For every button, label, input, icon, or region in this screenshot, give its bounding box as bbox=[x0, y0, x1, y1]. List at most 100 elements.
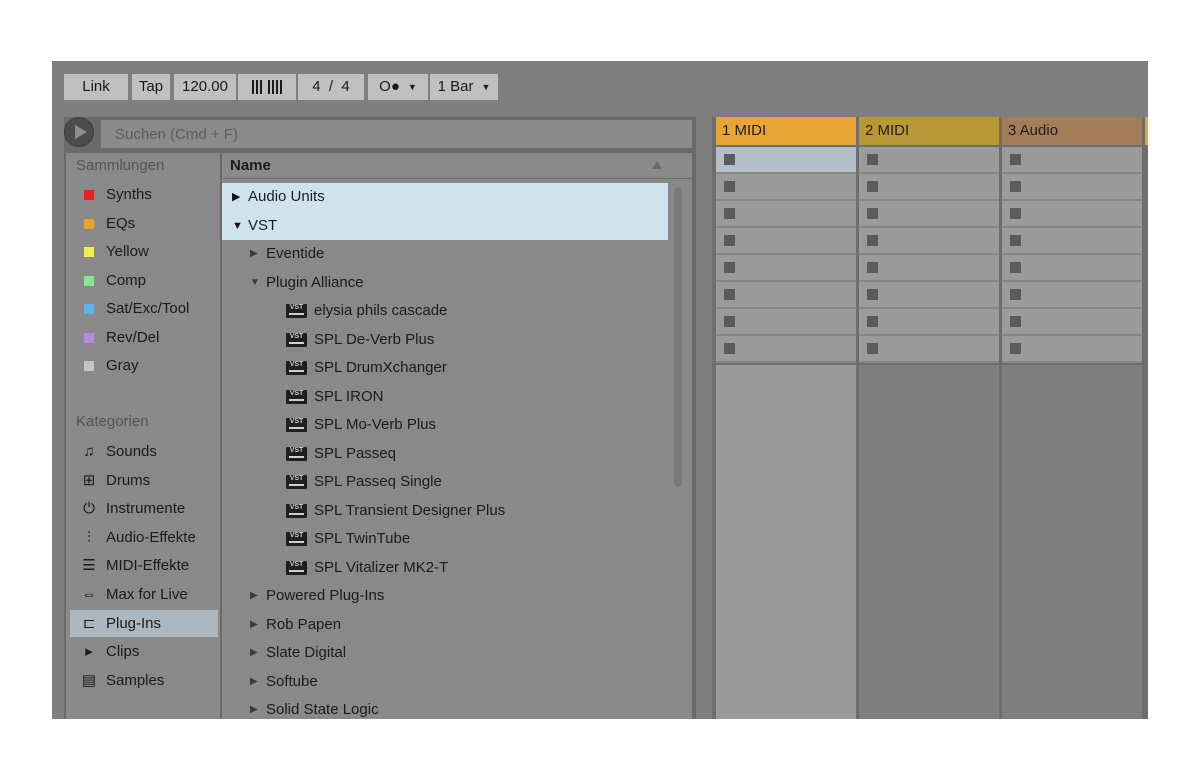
clip-slot[interactable] bbox=[1002, 282, 1142, 309]
clip-slot[interactable] bbox=[1002, 174, 1142, 201]
folder-row[interactable]: ▶ Slate Digital bbox=[222, 639, 692, 668]
stop-button-icon[interactable] bbox=[724, 235, 735, 246]
stop-button-icon[interactable] bbox=[1010, 208, 1021, 219]
stop-button-icon[interactable] bbox=[867, 262, 878, 273]
collection-item[interactable]: Rev/Del bbox=[70, 324, 218, 351]
stop-button-icon[interactable] bbox=[1010, 154, 1021, 165]
collection-item[interactable]: Sat/Exc/Tool bbox=[70, 295, 218, 322]
folder-row[interactable]: ▶ Rob Papen bbox=[222, 611, 692, 640]
stop-button-icon[interactable] bbox=[1010, 181, 1021, 192]
chevron-down-icon[interactable]: ▼ bbox=[408, 82, 417, 92]
clip-slot[interactable] bbox=[716, 255, 856, 282]
collapsed-arrow-icon[interactable]: ▶ bbox=[250, 582, 258, 610]
tempo-field[interactable]: 120.00 bbox=[174, 74, 236, 100]
search-input[interactable]: Suchen (Cmd + F) bbox=[100, 119, 693, 149]
clip-slot[interactable] bbox=[859, 147, 999, 174]
collapsed-arrow-icon[interactable]: ▶ bbox=[250, 696, 258, 719]
plugin-row[interactable]: VST SPL TwinTube bbox=[222, 525, 692, 554]
stop-button-icon[interactable] bbox=[1010, 343, 1021, 354]
category-item[interactable]: ▸ Clips bbox=[70, 638, 218, 665]
collection-item[interactable]: Yellow bbox=[70, 238, 218, 265]
folder-row[interactable]: ▼ Plugin Alliance bbox=[222, 269, 692, 298]
track-title[interactable]: 3 Audio bbox=[1002, 117, 1142, 145]
clip-slot[interactable] bbox=[716, 336, 856, 363]
clip-slot[interactable] bbox=[1002, 309, 1142, 336]
collapsed-arrow-icon[interactable]: ▶ bbox=[250, 240, 258, 268]
preview-play-icon[interactable] bbox=[64, 117, 94, 147]
stop-button-icon[interactable] bbox=[867, 343, 878, 354]
stop-button-icon[interactable] bbox=[867, 316, 878, 327]
folder-row[interactable]: ▼ VST bbox=[222, 211, 668, 240]
collection-item[interactable]: Gray bbox=[70, 352, 218, 379]
category-item[interactable]: ▤ Samples bbox=[70, 667, 218, 694]
clip-slot[interactable] bbox=[859, 201, 999, 228]
time-signature-numerator[interactable]: 4 bbox=[312, 78, 320, 95]
stop-button-icon[interactable] bbox=[867, 235, 878, 246]
stop-button-icon[interactable] bbox=[867, 208, 878, 219]
clip-slot[interactable] bbox=[859, 309, 999, 336]
clip-slot[interactable] bbox=[716, 201, 856, 228]
stop-button-icon[interactable] bbox=[1010, 235, 1021, 246]
plugin-row[interactable]: VST SPL Transient Designer Plus bbox=[222, 497, 692, 526]
tap-tempo-button[interactable]: Tap bbox=[132, 74, 170, 100]
stop-button-icon[interactable] bbox=[724, 289, 735, 300]
stop-button-icon[interactable] bbox=[724, 181, 735, 192]
category-item[interactable]: ⏻ Instrumente bbox=[70, 495, 218, 522]
clip-slot[interactable] bbox=[1002, 255, 1142, 282]
clip-slot[interactable] bbox=[859, 228, 999, 255]
plugin-row[interactable]: VST SPL Vitalizer MK2-T bbox=[222, 554, 692, 583]
clip-slot[interactable] bbox=[1002, 228, 1142, 255]
category-item[interactable]: ☰ MIDI-Effekte bbox=[70, 552, 218, 579]
nudge-down-icon[interactable] bbox=[252, 80, 262, 94]
plugin-row[interactable]: VST SPL De-Verb Plus bbox=[222, 326, 692, 355]
chevron-down-icon[interactable]: ▼ bbox=[481, 82, 490, 92]
stop-button-icon[interactable] bbox=[724, 208, 735, 219]
folder-row[interactable]: ▶ Softube bbox=[222, 668, 692, 697]
time-signature[interactable]: 4 / 4 bbox=[298, 74, 364, 100]
category-item[interactable]: ⊞ Drums bbox=[70, 467, 218, 494]
plugin-row[interactable]: VST elysia phils cascade bbox=[222, 297, 692, 326]
category-item[interactable]: ⫶ Audio-Effekte bbox=[70, 524, 218, 551]
clip-slot[interactable] bbox=[859, 255, 999, 282]
stop-button-icon[interactable] bbox=[724, 154, 735, 165]
category-item[interactable]: ⊏ Plug-Ins bbox=[70, 609, 218, 637]
plugin-row[interactable]: VST SPL Passeq Single bbox=[222, 468, 692, 497]
expanded-arrow-icon[interactable]: ▼ bbox=[232, 212, 243, 240]
stop-button-icon[interactable] bbox=[724, 262, 735, 273]
plugin-row[interactable]: VST SPL DrumXchanger bbox=[222, 354, 692, 383]
clip-slot[interactable] bbox=[1002, 201, 1142, 228]
scrollbar[interactable] bbox=[674, 187, 682, 487]
clip-slot[interactable] bbox=[716, 309, 856, 336]
stop-button-icon[interactable] bbox=[1010, 262, 1021, 273]
stop-button-icon[interactable] bbox=[867, 181, 878, 192]
column-header[interactable]: Name bbox=[222, 153, 692, 179]
category-item[interactable]: ⇔ Max for Live bbox=[70, 581, 218, 608]
stop-button-icon[interactable] bbox=[867, 289, 878, 300]
clip-slot[interactable] bbox=[859, 282, 999, 309]
link-button[interactable]: Link bbox=[64, 74, 128, 100]
clip-slot[interactable] bbox=[716, 147, 856, 174]
clip-slot[interactable] bbox=[859, 174, 999, 201]
clip-slot[interactable] bbox=[1002, 147, 1142, 174]
clip-slot[interactable] bbox=[716, 282, 856, 309]
folder-row[interactable]: ▶ Powered Plug-Ins bbox=[222, 582, 692, 611]
collection-item[interactable]: Comp bbox=[70, 267, 218, 294]
collection-item[interactable]: EQs bbox=[70, 210, 218, 237]
collapsed-arrow-icon[interactable]: ▶ bbox=[250, 611, 258, 639]
stop-button-icon[interactable] bbox=[724, 343, 735, 354]
folder-row[interactable]: ▶ Eventide bbox=[222, 240, 692, 269]
plugin-row[interactable]: VST SPL Mo-Verb Plus bbox=[222, 411, 692, 440]
track-title[interactable]: 1 MIDI bbox=[716, 117, 856, 145]
folder-row[interactable]: ▶ Solid State Logic bbox=[222, 696, 692, 719]
time-signature-denominator[interactable]: 4 bbox=[341, 78, 349, 95]
track-title[interactable]: 2 MIDI bbox=[859, 117, 999, 145]
stop-button-icon[interactable] bbox=[867, 154, 878, 165]
collapsed-arrow-icon[interactable]: ▶ bbox=[232, 183, 240, 211]
plugin-row[interactable]: VST SPL Passeq bbox=[222, 440, 692, 469]
quantization-menu[interactable]: 1 Bar ▼ bbox=[430, 74, 498, 100]
metronome-button[interactable]: O● ▼ bbox=[368, 74, 428, 100]
clip-slot[interactable] bbox=[716, 228, 856, 255]
clip-slot[interactable] bbox=[1002, 336, 1142, 363]
stop-button-icon[interactable] bbox=[1010, 289, 1021, 300]
plugin-row[interactable]: VST SPL IRON bbox=[222, 383, 692, 412]
